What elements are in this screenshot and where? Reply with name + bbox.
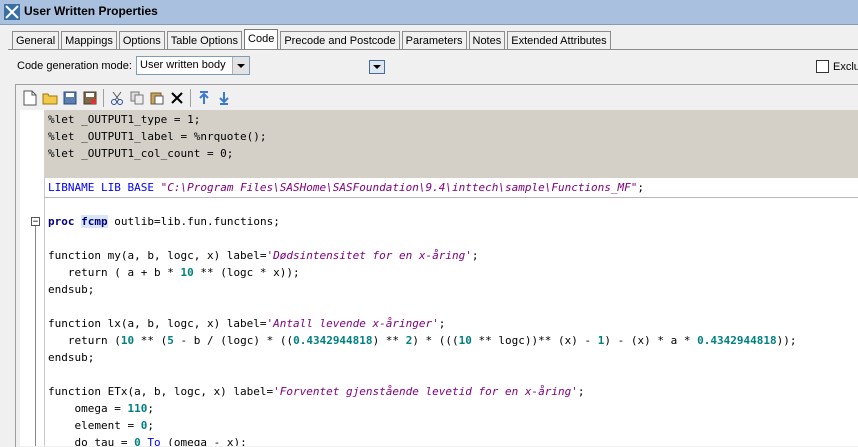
code-number: 0.4342944818 (697, 334, 777, 347)
window-title: User Written Properties (24, 4, 158, 18)
code-line-f2-return: return (10 ** (5 - b / (logc) * ((0.4342… (48, 332, 797, 349)
copy-icon[interactable] (127, 88, 147, 108)
checkbox-icon[interactable] (816, 60, 829, 73)
paste-icon[interactable] (147, 88, 167, 108)
code-number: 10 (120, 334, 135, 347)
code-line-f1-return: return ( a + b * 10 ** (logc * x)); (48, 264, 300, 281)
code-number: 10 (458, 334, 472, 347)
code-text: ) ** (372, 334, 406, 347)
editor-gutter (20, 110, 45, 446)
code-text: - b / (logc) * (( (173, 334, 294, 347)
fold-line (35, 226, 36, 446)
code-text: element = (48, 419, 141, 432)
code-line-endsub: endsub; (48, 351, 95, 364)
f1-label: 'Dødsintensitet for en x-åring' (266, 249, 472, 262)
code-line-proc: proc fcmp outlib=lib.fun.functions; (48, 213, 280, 230)
app-icon (4, 4, 20, 20)
tab-precode-postcode[interactable]: Precode and Postcode (280, 31, 400, 50)
code-text: return ( a + b * (48, 266, 181, 279)
toolbar-separator (103, 89, 104, 107)
code-number: 110 (127, 402, 148, 415)
f3-head: function ETx(a, b, logc, x) label= (48, 385, 274, 398)
tab-general[interactable]: General (12, 31, 60, 50)
cut-icon[interactable] (107, 88, 127, 108)
tab-code[interactable]: Code (244, 29, 279, 50)
code-number: 5 (167, 334, 174, 347)
libname-path: "C:\Program Files\SASHome\SASFoundation\… (160, 181, 638, 194)
code-line: %let _OUTPUT1_type = 1; (48, 113, 201, 126)
code-line-f2: function lx(a, b, logc, x) label='Antall… (48, 317, 446, 330)
move-up-icon[interactable] (194, 88, 214, 108)
code-keyword: To (140, 436, 161, 446)
save-as-icon[interactable] (80, 88, 100, 108)
move-down-icon[interactable] (214, 88, 234, 108)
tab-parameters[interactable]: Parameters (401, 31, 467, 50)
libname-end: ; (637, 181, 645, 194)
new-file-icon[interactable] (20, 88, 40, 108)
code-line-omega: omega = 110; (48, 402, 154, 415)
code-text: (omega - x); (160, 436, 247, 446)
code-generation-mode-label: Code generation mode: (17, 60, 132, 72)
chevron-down-icon[interactable] (232, 57, 249, 74)
toolbar-separator (190, 89, 191, 107)
code-number: 10 (180, 266, 194, 279)
code-text: ** logc))** (x) - (471, 334, 598, 347)
tab-notes[interactable]: Notes (468, 31, 506, 50)
delete-icon[interactable] (167, 88, 187, 108)
save-icon[interactable] (60, 88, 80, 108)
code-line-endsub: endsub; (48, 283, 95, 296)
fcmp-keyword: fcmp (81, 215, 108, 228)
code-text: ) - (x) * a * (604, 334, 698, 347)
code-text: return ( (48, 334, 121, 347)
code-text: omega = (48, 402, 128, 415)
tab-options[interactable]: Options (118, 31, 165, 50)
code-line: %let _OUTPUT1_label = %nrquote(); (48, 130, 267, 143)
code-line-element: element = 0; (48, 419, 154, 432)
code-text: ) * ((( (412, 334, 459, 347)
f1-head: function my(a, b, logc, x) label= (48, 249, 267, 262)
tab-strip: General Mappings Options Table Options C… (12, 29, 613, 50)
code-line-libname: LIBNAME LIB BASE "C:\Program Files\SASHo… (48, 179, 644, 196)
code-generation-mode-value: User written body (140, 59, 226, 71)
code-text: )); (776, 334, 797, 347)
code-line-f1: function my(a, b, logc, x) label='Dødsin… (48, 249, 479, 262)
code-editor[interactable]: − %let _OUTPUT1_type = 1; %let _OUTPUT1_… (20, 110, 858, 446)
code-number: 0 (134, 436, 141, 446)
proc-keyword: proc (48, 215, 75, 228)
tab-mappings[interactable]: Mappings (61, 31, 117, 50)
tab-extended-attributes[interactable]: Extended Attributes (507, 31, 611, 50)
tab-divider (8, 49, 858, 50)
title-bar: User Written Properties (0, 0, 858, 25)
dropdown-button-icon[interactable] (369, 60, 385, 74)
code-text: do tau = (48, 436, 135, 446)
exclude-label: Exclu (833, 60, 858, 73)
f2-head: function lx(a, b, logc, x) label= (48, 317, 267, 330)
open-folder-icon[interactable] (40, 88, 60, 108)
code-line: %let _OUTPUT1_col_count = 0; (48, 147, 234, 160)
code-line-f3: function ETx(a, b, logc, x) label='Forve… (48, 385, 585, 398)
code-line-do: do tau = 0 To (omega - x); (48, 434, 247, 446)
f3-label: 'Forventet gjenstående levetid for en x-… (273, 385, 578, 398)
code-text: ** (logc * x)); (193, 266, 300, 279)
exclude-checkbox[interactable]: Exclu (816, 60, 858, 73)
code-number: 0.4342944818 (293, 334, 373, 347)
libname-keyword: LIBNAME LIB BASE (48, 181, 161, 194)
tab-table-options[interactable]: Table Options (166, 31, 243, 50)
editor-toolbar (20, 87, 234, 109)
f2-label: 'Antall levende x-åringer' (266, 317, 439, 330)
proc-rest: outlib=lib.fun.functions; (107, 215, 280, 228)
collapse-icon[interactable]: − (31, 217, 40, 227)
code-generation-mode-select[interactable]: User written body (136, 56, 250, 75)
code-text: ** ( (134, 334, 168, 347)
